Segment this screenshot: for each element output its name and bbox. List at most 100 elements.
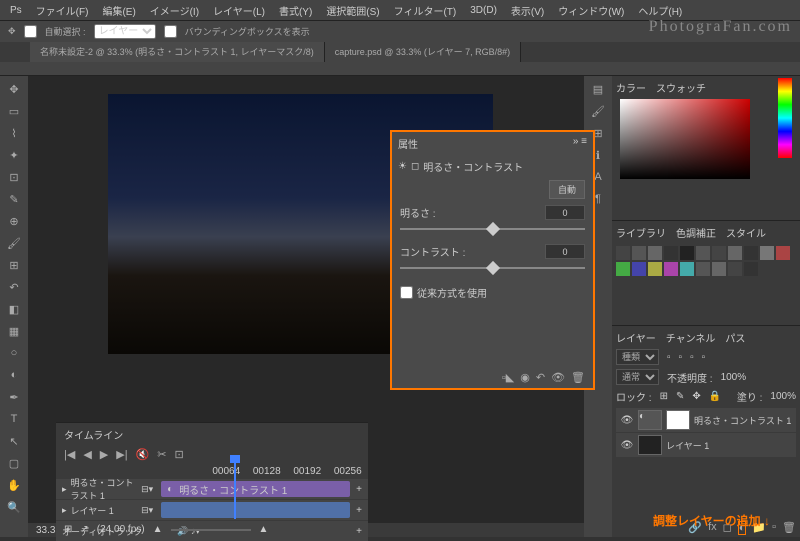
zoom-out-icon[interactable]: ▲ — [153, 524, 163, 535]
pen-tool[interactable]: ✒ — [4, 388, 24, 406]
swatch[interactable] — [712, 246, 726, 260]
layer-row-image[interactable]: 👁 レイヤー 1 — [616, 433, 796, 457]
playhead[interactable] — [234, 459, 236, 519]
layers-tab[interactable]: レイヤー — [616, 330, 656, 345]
path-tool[interactable]: ↖ — [4, 432, 24, 450]
hand-tool[interactable]: ✋ — [4, 476, 24, 494]
swatches-tab[interactable]: スウォッチ — [656, 80, 706, 95]
blur-tool[interactable]: ○ — [4, 344, 24, 362]
history-panel-icon[interactable]: ▤ — [588, 80, 608, 98]
render-icon[interactable]: ↗ — [80, 524, 88, 535]
track-menu-icon[interactable]: ⊟▾ — [141, 505, 153, 516]
fill-value[interactable]: 100% — [770, 391, 796, 402]
hue-slider[interactable] — [778, 78, 792, 158]
menu-file[interactable]: ファイル(F) — [30, 1, 95, 20]
filter-icon[interactable]: ▫ — [667, 352, 671, 363]
add-clip-icon[interactable]: + — [350, 484, 368, 495]
mask-mode-icon[interactable]: ◻ — [411, 161, 419, 172]
zoom-slider[interactable] — [171, 529, 251, 531]
lock-icon[interactable]: ✎ — [676, 391, 684, 402]
collapse-icon[interactable]: » — [573, 136, 579, 147]
shape-tool[interactable]: ▢ — [4, 454, 24, 472]
zoom-in-icon[interactable]: ▲ — [259, 524, 269, 535]
paths-tab[interactable]: パス — [725, 330, 745, 345]
auto-button[interactable]: 自動 — [549, 180, 585, 199]
menu-layer[interactable]: レイヤー(L) — [207, 1, 271, 20]
track-menu-icon[interactable]: ⊟▾ — [141, 484, 153, 495]
tab-doc2[interactable]: capture.psd @ 33.3% (レイヤー 7, RGB/8#) — [325, 42, 521, 62]
menu-select[interactable]: 選択範囲(S) — [320, 1, 385, 20]
next-frame-icon[interactable]: ▶| — [116, 448, 127, 461]
visibility-icon[interactable]: 👁 — [620, 413, 634, 427]
contrast-slider[interactable] — [400, 261, 585, 275]
swatch[interactable] — [664, 246, 678, 260]
tab-doc1[interactable]: 名称未設定-2 @ 33.3% (明るさ・コントラスト 1, レイヤーマスク/8… — [30, 42, 325, 62]
swatch[interactable] — [632, 262, 646, 276]
timeline-options-icon[interactable]: ⊞ — [64, 524, 72, 535]
brightness-slider[interactable] — [400, 222, 585, 236]
prev-state-icon[interactable]: ◉ — [520, 371, 530, 384]
toggle-visibility-icon[interactable]: 👁 — [551, 371, 565, 384]
swatch[interactable] — [744, 262, 758, 276]
brush-panel-icon[interactable]: 🖌 — [588, 102, 608, 120]
eyedropper-tool[interactable]: ✎ — [4, 190, 24, 208]
clip-layer1[interactable] — [161, 502, 350, 518]
swatch[interactable] — [648, 262, 662, 276]
opacity-value[interactable]: 100% — [721, 372, 747, 383]
filter-icon[interactable]: ▫ — [702, 352, 706, 363]
layer-filter[interactable]: 種類 — [616, 349, 659, 365]
lock-icon[interactable]: ⊞ — [660, 391, 668, 402]
timeline-ruler[interactable]: 00064 00128 00192 00256 — [206, 463, 368, 479]
auto-select-dropdown[interactable]: レイヤー — [94, 24, 156, 39]
layer-row-adjustment[interactable]: 👁 ◐ 明るさ・コントラスト 1 — [616, 408, 796, 432]
transition-icon[interactable]: ⊡ — [175, 448, 184, 461]
layer-name[interactable]: 明るさ・コントラスト 1 — [694, 414, 791, 427]
filter-icon[interactable]: ▫ — [679, 352, 683, 363]
swatch[interactable] — [696, 262, 710, 276]
lasso-tool[interactable]: ⌇ — [4, 124, 24, 142]
move-tool[interactable]: ✥ — [4, 80, 24, 98]
add-clip-icon[interactable]: + — [350, 505, 368, 516]
legacy-checkbox[interactable] — [400, 286, 413, 299]
track-expand-icon[interactable]: ▸ — [62, 484, 67, 495]
panel-menu-icon[interactable]: ≡ — [581, 136, 587, 147]
swatch[interactable] — [744, 246, 758, 260]
swatch[interactable] — [728, 246, 742, 260]
split-icon[interactable]: ✂ — [157, 448, 166, 461]
menu-window[interactable]: ウィンドウ(W) — [552, 1, 630, 20]
zoom-tool[interactable]: 🔍 — [4, 498, 24, 516]
swatch[interactable] — [680, 262, 694, 276]
visibility-icon[interactable]: 👁 — [620, 438, 634, 452]
auto-select-checkbox[interactable] — [24, 25, 37, 38]
color-picker[interactable] — [620, 99, 750, 179]
clip-brightness[interactable]: ◐明るさ・コントラスト 1 — [161, 481, 350, 497]
stamp-tool[interactable]: ⊞ — [4, 256, 24, 274]
menu-help[interactable]: ヘルプ(H) — [632, 1, 688, 20]
swatch[interactable] — [760, 246, 774, 260]
reset-icon[interactable]: ↶ — [536, 371, 545, 384]
channels-tab[interactable]: チャンネル — [666, 330, 716, 345]
menu-edit[interactable]: 編集(E) — [96, 1, 141, 20]
wand-tool[interactable]: ✦ — [4, 146, 24, 164]
delete-icon[interactable]: 🗑 — [571, 371, 585, 384]
swatch[interactable] — [696, 246, 710, 260]
bounding-box-checkbox[interactable] — [164, 25, 177, 38]
brush-tool[interactable]: 🖌 — [4, 234, 24, 252]
dodge-tool[interactable]: ◐ — [4, 366, 24, 384]
swatch[interactable] — [664, 262, 678, 276]
crop-tool[interactable]: ⊡ — [4, 168, 24, 186]
adjustments-tab[interactable]: 色調補正 — [676, 225, 716, 240]
gradient-tool[interactable]: ▦ — [4, 322, 24, 340]
add-audio-icon[interactable]: + — [350, 526, 368, 537]
clip-icon[interactable]: ▫◣ — [502, 371, 514, 384]
swatch[interactable] — [616, 262, 630, 276]
menu-3d[interactable]: 3D(D) — [464, 3, 503, 18]
styles-tab[interactable]: スタイル — [726, 225, 766, 240]
type-tool[interactable]: T — [4, 410, 24, 428]
swatch[interactable] — [712, 262, 726, 276]
filter-icon[interactable]: ▫ — [690, 352, 694, 363]
heal-tool[interactable]: ⊕ — [4, 212, 24, 230]
marquee-tool[interactable]: ▭ — [4, 102, 24, 120]
swatch[interactable] — [632, 246, 646, 260]
swatch[interactable] — [728, 262, 742, 276]
